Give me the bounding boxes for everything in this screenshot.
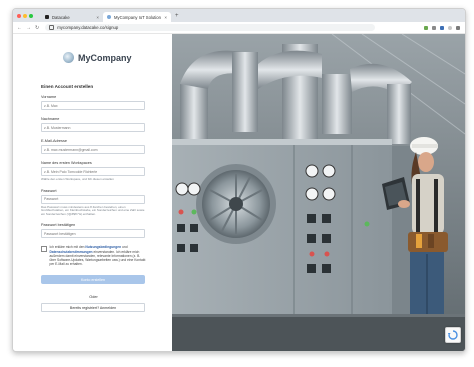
browser-window: Datacake × MyCompany IoT Solution × + ← … [12, 8, 466, 352]
login-button[interactable]: Bereits registriert? Anmelden [41, 303, 145, 313]
page-content: MyCompany Einen Account erstellen Vornam… [13, 34, 465, 351]
or-divider: Oder [89, 295, 98, 300]
consent-row: Ich erkläre mich mit den Nutzungsbedingu… [41, 245, 146, 266]
brand-logo: MyCompany [63, 52, 132, 63]
workspace-label: Name des ersten Workspaces [41, 161, 92, 165]
tab-title: Datacake [52, 14, 70, 20]
address-bar: ← → ↻ mycompany.datacake.co/signup [13, 22, 465, 34]
password-field[interactable] [41, 194, 145, 204]
brand-name: MyCompany [78, 52, 132, 63]
lastname-input[interactable] [44, 125, 144, 130]
hero-image [172, 34, 465, 351]
lock-icon [49, 25, 55, 30]
password-confirm-field[interactable] [41, 229, 145, 239]
email-input[interactable] [44, 147, 144, 152]
recaptcha-icon [448, 330, 458, 340]
new-tab-icon[interactable]: + [175, 13, 179, 19]
minimize-window-icon[interactable] [23, 13, 27, 18]
signup-form: Einen Account erstellen Vorname Nachname… [41, 84, 146, 313]
lastname-field[interactable] [41, 123, 145, 132]
tab-datacake[interactable]: Datacake × [41, 12, 103, 22]
tab-bar: Datacake × MyCompany IoT Solution × + [13, 9, 465, 22]
password-confirm-input[interactable] [44, 231, 144, 236]
form-title: Einen Account erstellen [41, 84, 94, 89]
industrial-scene-illustration [172, 34, 465, 351]
workspace-input[interactable] [44, 169, 144, 174]
menu-icon[interactable] [456, 25, 460, 30]
maximize-window-icon[interactable] [29, 13, 33, 18]
firstname-input[interactable] [44, 103, 144, 108]
workspace-hint: Wähle den ersten Workspace, und füh dies… [41, 177, 114, 181]
email-field[interactable] [41, 145, 145, 154]
extension-icon[interactable] [424, 25, 428, 30]
toolbar-icons [424, 25, 460, 30]
tab-mycompany[interactable]: MyCompany IoT Solution × [103, 12, 171, 22]
password-hint: Das Passwort muss mindestens aus 8 Zeich… [41, 204, 145, 216]
extension-icon[interactable] [432, 25, 436, 30]
create-account-button[interactable]: Konto erstellen [41, 275, 145, 285]
url-text: mycompany.datacake.co/signup [57, 25, 119, 30]
firstname-label: Vorname [41, 95, 57, 99]
tab-title: MyCompany IoT Solution [114, 14, 161, 20]
email-label: E-Mail-Adresse [41, 139, 67, 143]
datacake-favicon-icon [45, 15, 49, 19]
firstname-field[interactable] [41, 101, 145, 110]
profile-icon[interactable] [448, 25, 452, 30]
password-label: Passwort [41, 188, 57, 193]
workspace-field[interactable] [41, 167, 145, 176]
password-confirm-label: Passwort bestätigen [41, 223, 76, 228]
window-controls [17, 13, 33, 18]
close-window-icon[interactable] [17, 13, 21, 18]
back-icon[interactable]: ← [17, 25, 22, 31]
recaptcha-badge[interactable] [445, 327, 461, 343]
close-tab-icon[interactable]: × [96, 15, 99, 20]
password-input[interactable] [44, 197, 144, 202]
lastname-label: Nachname [41, 117, 60, 121]
consent-text: Ich erkläre mich mit den Nutzungsbedingu… [50, 245, 147, 266]
close-tab-icon[interactable]: × [164, 15, 167, 20]
forward-icon[interactable]: → [26, 25, 31, 31]
url-field[interactable]: mycompany.datacake.co/signup [45, 24, 376, 31]
signup-panel: MyCompany Einen Account erstellen Vornam… [13, 34, 172, 351]
extension-icon[interactable] [440, 25, 444, 30]
reload-icon[interactable]: ↻ [35, 25, 39, 31]
logo-icon [63, 52, 74, 63]
consent-checkbox[interactable] [41, 246, 47, 252]
globe-favicon-icon [107, 15, 111, 19]
